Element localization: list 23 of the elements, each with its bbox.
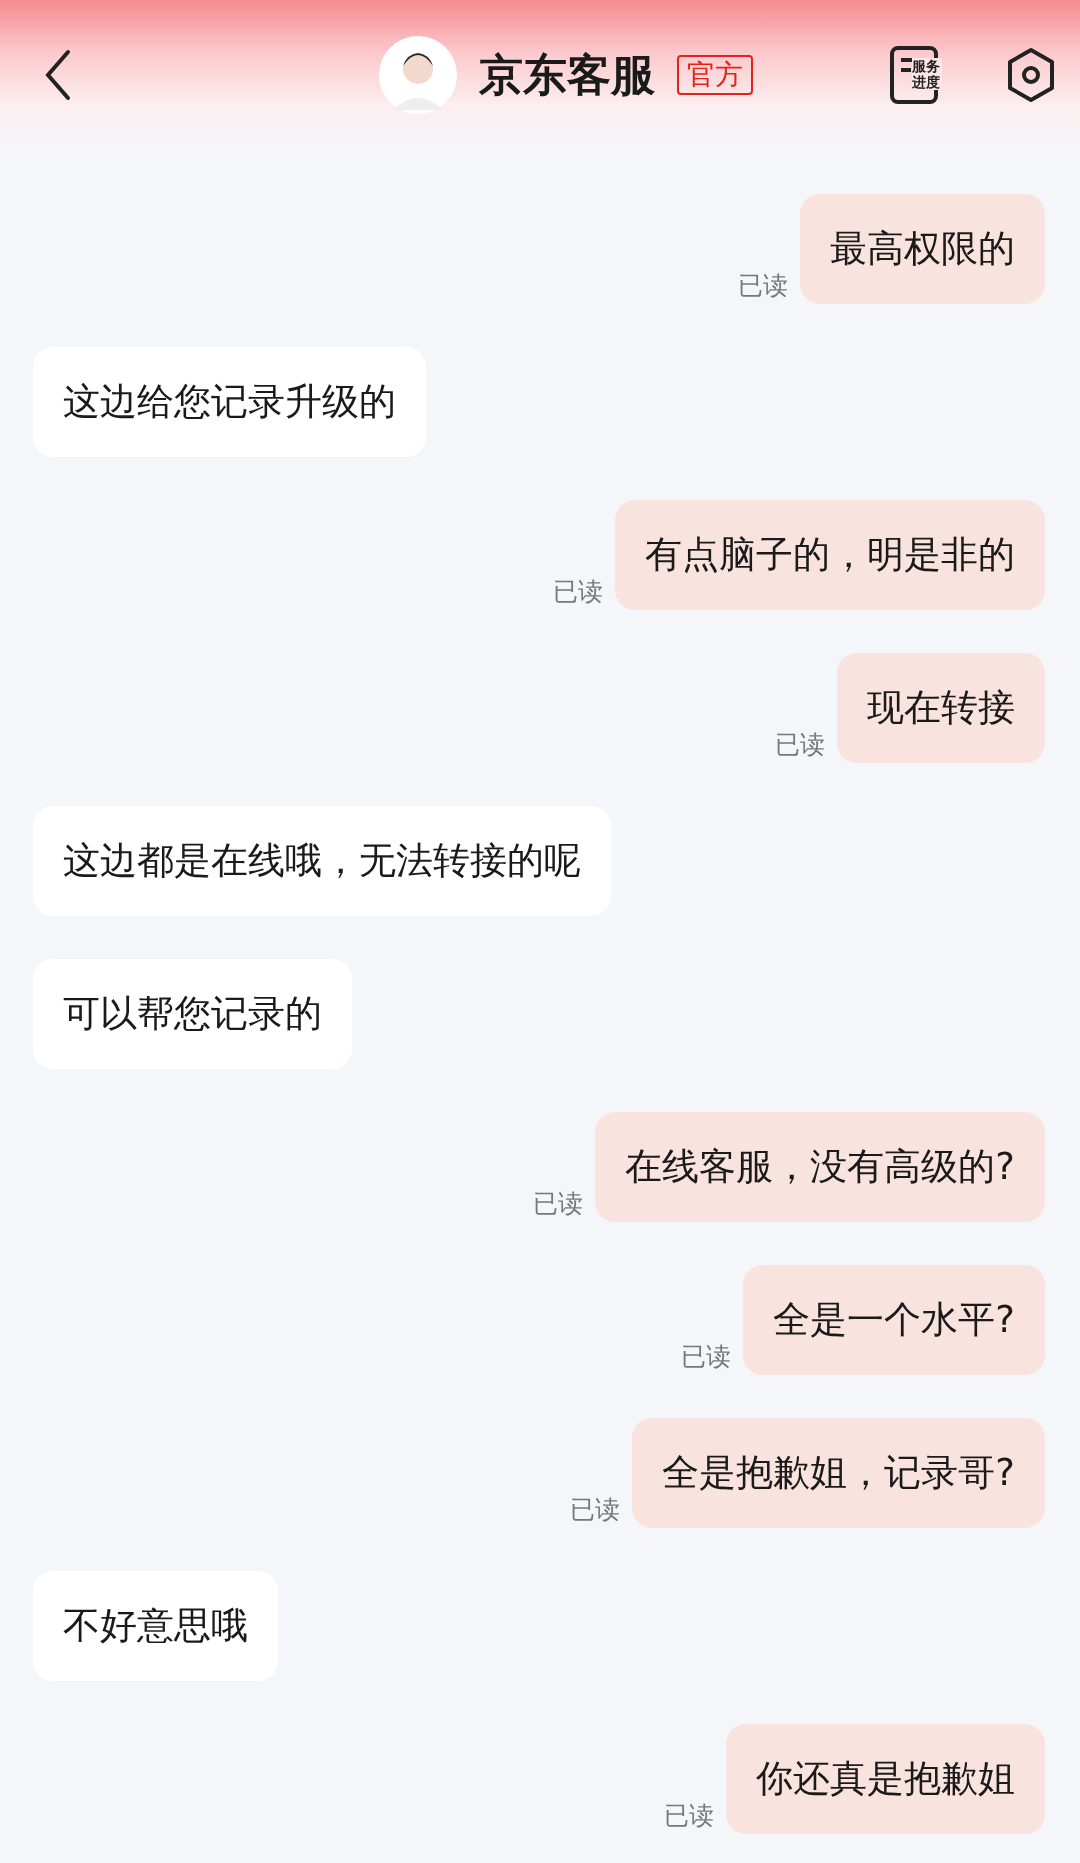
service-progress-label[interactable]: 服务进度: [912, 58, 942, 90]
received-message: 这边给您记录升级的: [33, 347, 426, 457]
back-icon[interactable]: [44, 49, 72, 101]
chat-title: 京东客服: [479, 47, 655, 102]
read-status: 已读: [738, 270, 788, 302]
read-status: 已读: [553, 576, 603, 608]
official-tag: 官方: [677, 55, 753, 95]
received-message: 可以帮您记录的: [33, 959, 352, 1069]
sent-message: 全是抱歉姐，记录哥?: [632, 1418, 1045, 1528]
read-status: 已读: [681, 1341, 732, 1373]
settings-icon[interactable]: [1006, 47, 1056, 103]
sent-message: 最高权限的: [800, 194, 1045, 304]
sent-message: 你还真是抱歉姐: [726, 1724, 1045, 1834]
read-status: 已读: [664, 1800, 714, 1832]
received-message: 不好意思哦: [33, 1571, 278, 1681]
sent-message: 有点脑子的，明是非的: [615, 500, 1045, 610]
read-status: 已读: [775, 729, 825, 761]
read-status: 已读: [533, 1188, 584, 1220]
sent-message: 全是一个水平?: [743, 1265, 1045, 1375]
sent-message: 现在转接: [837, 653, 1045, 763]
sent-message: 在线客服，没有高级的?: [595, 1112, 1045, 1222]
received-message: 这边都是在线哦，无法转接的呢: [33, 806, 611, 916]
read-status: 已读: [570, 1494, 621, 1526]
